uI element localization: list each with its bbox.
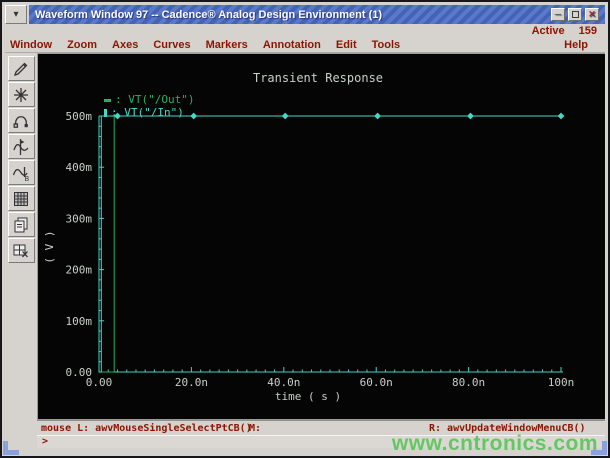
- resize-handle-bottom-left[interactable]: [3, 441, 19, 455]
- window-title: Waveform Window 97 -- Cadence® Analog De…: [35, 8, 383, 21]
- menu-item-edit[interactable]: Edit: [336, 39, 357, 51]
- pen-probe-icon: [13, 62, 28, 76]
- toolbar-button-window-scissors[interactable]: [7, 238, 35, 263]
- resize-handle-bottom-right[interactable]: [591, 441, 607, 455]
- plot-canvas[interactable]: : VT("/Out"): VT("/In") Transient Respon…: [37, 53, 605, 420]
- active-label: Active: [531, 24, 565, 37]
- vertical-marker-icon: [13, 138, 29, 155]
- active-row: Active 159: [5, 24, 605, 37]
- data-point-marker[interactable]: [467, 112, 474, 120]
- menu-item-zoom[interactable]: Zoom: [67, 39, 97, 51]
- status-mouse-right: R: awvUpdateWindowMenuCB(): [429, 423, 586, 434]
- calculator-icon: [14, 191, 28, 206]
- status-mouse-left: mouse L: awvMouseSingleSelectPtCB(): [41, 423, 252, 434]
- minimize-button[interactable]: ─: [551, 8, 565, 21]
- copy-pages-icon: [14, 217, 28, 232]
- zoom-star-icon: [14, 87, 28, 102]
- y-tick-label: 500m: [66, 110, 93, 123]
- marker-b-icon: B: [12, 166, 30, 183]
- menu-item-axes[interactable]: Axes: [112, 39, 138, 51]
- waveform-window: ▾ Waveform Window 97 -- Cadence® Analog …: [0, 0, 610, 458]
- toolbar-button-curve-arc[interactable]: [7, 108, 35, 133]
- titlebar-row: ▾ Waveform Window 97 -- Cadence® Analog …: [5, 5, 605, 24]
- curve-arc-icon: [13, 115, 28, 128]
- data-point-marker[interactable]: [557, 112, 565, 120]
- trace-0[interactable]: [99, 115, 561, 373]
- x-axis-title: time ( s ): [275, 390, 341, 403]
- prompt-symbol: >: [42, 436, 49, 447]
- trace-1[interactable]: [99, 115, 561, 373]
- toolbar-button-marker-b[interactable]: B: [7, 160, 35, 185]
- x-tick-label: 20.0n: [175, 376, 208, 389]
- menubar: Window Zoom Axes Curves Markers Annotation Edi…: [5, 37, 605, 53]
- x-tick-label: 60.0n: [360, 376, 393, 389]
- maximize-button[interactable]: [568, 8, 582, 21]
- data-point-marker[interactable]: [281, 112, 289, 120]
- menu-item-annotation[interactable]: Annotation: [263, 39, 321, 51]
- chevron-down-icon: ▾: [13, 9, 19, 20]
- maximize-icon: [571, 11, 579, 18]
- y-tick-label: 400m: [66, 161, 93, 174]
- menu-items: Window Zoom Axes Curves Markers Annotation Edi…: [10, 39, 400, 51]
- toolbar-button-zoom-star[interactable]: [7, 82, 35, 107]
- toolbar-button-vertical-marker[interactable]: [7, 134, 35, 159]
- toolbar-button-pen-probe[interactable]: [7, 56, 35, 81]
- y-tick-label: 0.00: [66, 366, 93, 379]
- data-point-marker[interactable]: [190, 112, 198, 120]
- menu-item-curves[interactable]: Curves: [153, 39, 190, 51]
- x-tick-label: 40.0n: [267, 376, 300, 389]
- status-mouse-middle: M:: [249, 423, 262, 434]
- main-area: B : VT("/Out"): VT("/In") Transient Resp…: [5, 53, 605, 420]
- waveform-chart[interactable]: Transient Response 0.00 20.0n 40.0n 60.0n 80.…: [38, 54, 606, 421]
- minimize-icon: ─: [554, 9, 562, 19]
- window-scissors-icon: [13, 244, 28, 257]
- y-axis-unit: ( V ): [43, 230, 56, 263]
- y-tick-label: 100m: [66, 315, 93, 328]
- data-point-marker[interactable]: [114, 112, 121, 120]
- svg-text:B: B: [25, 176, 30, 183]
- left-toolbar: B: [5, 53, 37, 420]
- menu-item-help[interactable]: Help: [564, 39, 588, 51]
- y-tick-label: 200m: [66, 264, 93, 277]
- data-point-marker[interactable]: [374, 112, 381, 120]
- toolbar-button-calculator[interactable]: [7, 186, 35, 211]
- x-tick-label: 80.0n: [452, 376, 485, 389]
- status-bar: mouse L: awvMouseSingleSelectPtCB() M: R…: [37, 420, 605, 435]
- menu-item-tools[interactable]: Tools: [372, 39, 401, 51]
- close-icon: ✕: [588, 9, 596, 19]
- x-tick-label: 100n: [548, 376, 575, 389]
- titlebar[interactable]: Waveform Window 97 -- Cadence® Analog De…: [29, 5, 605, 24]
- toolbar-button-copy-pages[interactable]: [7, 212, 35, 237]
- menu-item-markers[interactable]: Markers: [206, 39, 248, 51]
- command-prompt[interactable]: >: [37, 435, 605, 448]
- chart-title: Transient Response: [253, 71, 383, 85]
- window-menu-button[interactable]: ▾: [5, 5, 27, 24]
- active-count: 159: [578, 24, 597, 37]
- close-button[interactable]: ✕: [585, 8, 599, 21]
- y-tick-label: 300m: [66, 212, 93, 225]
- menu-item-window[interactable]: Window: [10, 39, 52, 51]
